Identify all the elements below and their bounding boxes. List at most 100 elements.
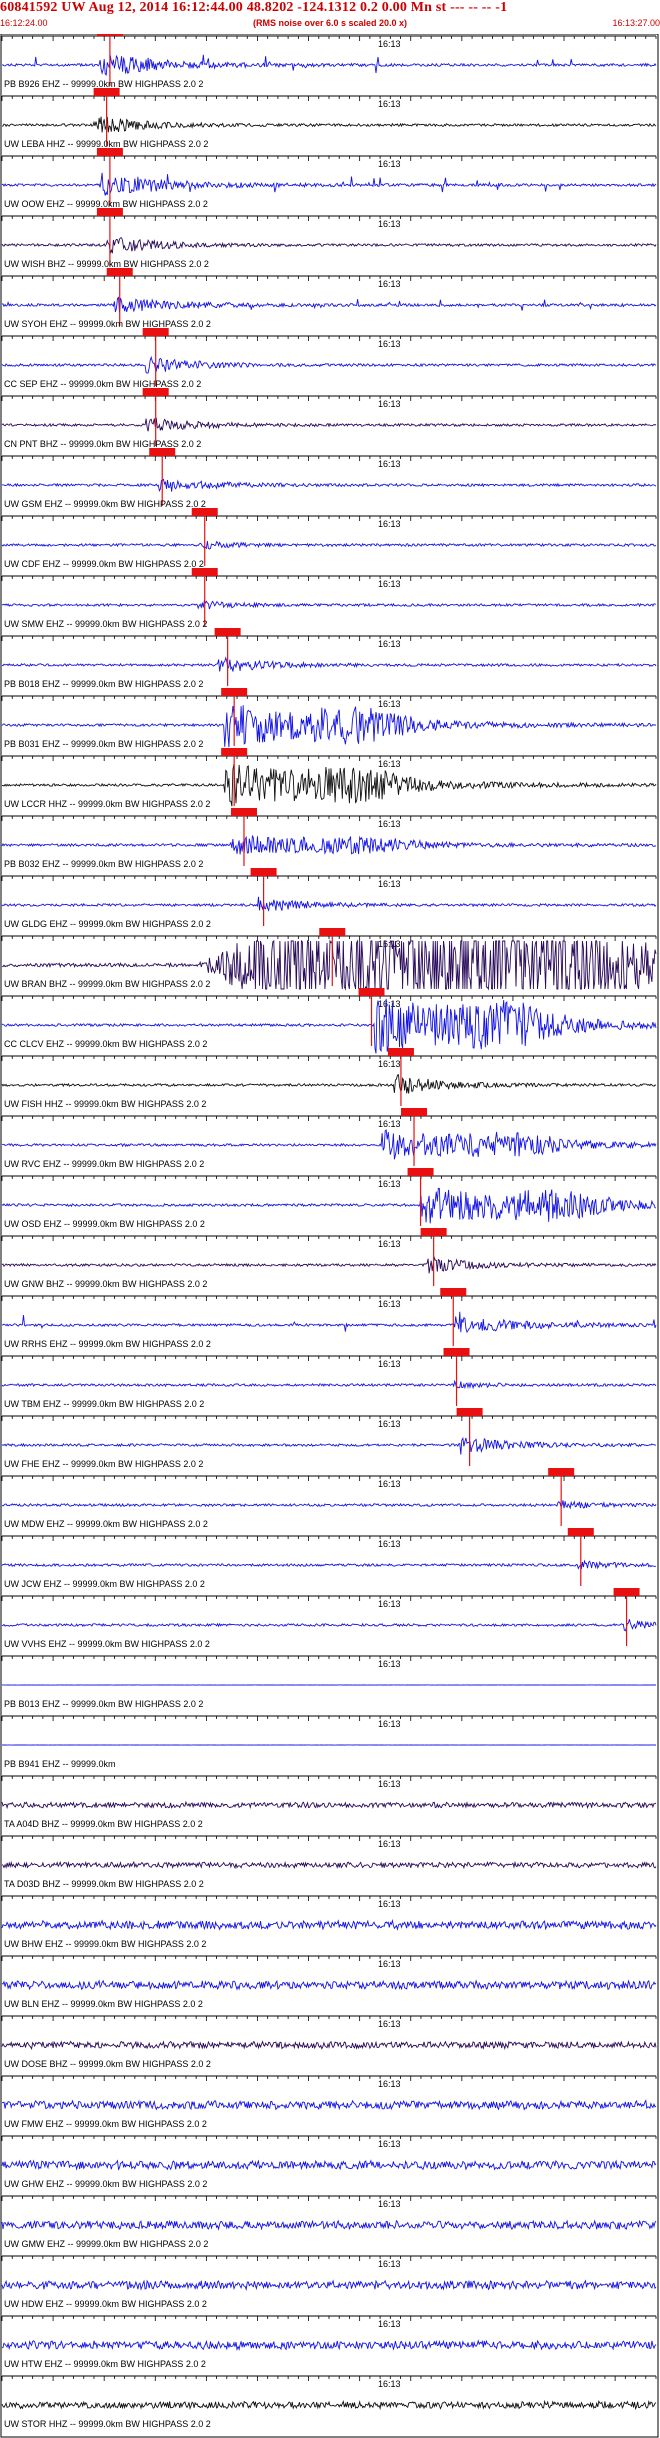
trace-row: 16:13CC CLCV EHZ -- 99999.0km BW HIGHPAS… bbox=[1, 988, 657, 1054]
trace-row: 16:13 UW TBM EHZ -- 99999.0km BW HIGHPASS… bbox=[1, 1348, 657, 1409]
trace-row: 16:13 PB B032 EHZ -- 99999.0km BW HIGHPAS… bbox=[1, 808, 657, 869]
station-label: PB B031 EHZ -- 99999.0km BW HIGHPASS 2.0… bbox=[4, 739, 203, 749]
pick-flag bbox=[319, 928, 346, 936]
waveform-trace bbox=[1, 896, 657, 912]
trace-row: 16:13 TA D03D BHZ -- 99999.0km BW HIGHPAS… bbox=[1, 1835, 657, 1889]
station-label: UW LEBA HHZ -- 99999.0km BW HIGHPASS 2.0… bbox=[4, 139, 208, 149]
trace-row: 16:13 UW RVC EHZ -- 99999.0km BW HIGHPASS… bbox=[1, 1108, 657, 1169]
minute-label: 16:13 bbox=[378, 519, 401, 529]
minute-label: 16:13 bbox=[378, 1359, 401, 1369]
waveform-trace bbox=[1, 296, 657, 313]
pick-flag bbox=[149, 448, 176, 456]
minute-label: 16:13 bbox=[378, 759, 401, 769]
station-label: CN PNT BHZ -- 99999.0km BW HIGHPASS 2.0 … bbox=[4, 439, 201, 449]
trace-row: 16:13 UW WISH BHZ -- 99999.0km BW HIGHPAS… bbox=[1, 208, 657, 269]
trace-row: 16:13 CN PNT BHZ -- 99999.0km BW HIGHPASS… bbox=[1, 388, 657, 449]
pick-flag bbox=[387, 1048, 414, 1056]
pick-flag bbox=[93, 88, 120, 96]
waveform-trace bbox=[1, 1500, 657, 1510]
waveform-trace bbox=[1, 540, 657, 550]
station-label: PB B013 EHZ -- 99999.0km BW HIGHPASS 2.0… bbox=[4, 1699, 203, 1709]
waveform-trace bbox=[1, 2040, 657, 2051]
trace-row: 16:13 PB B031 EHZ -- 99999.0km BW HIGHPAS… bbox=[1, 688, 657, 749]
minute-label: 16:13 bbox=[378, 2019, 401, 2029]
minute-label: 16:13 bbox=[378, 579, 401, 589]
waveform-trace bbox=[1, 835, 657, 855]
trace-row: 16:13 UW SYOH EHZ -- 99999.0km BW HIGHPAS… bbox=[1, 268, 657, 329]
trace-row: 16:13 UW FMW EHZ -- 99999.0km BW HIGHPASS… bbox=[1, 2075, 657, 2129]
station-label: UW RVC EHZ -- 99999.0km BW HIGHPASS 2.0 … bbox=[4, 1159, 204, 1169]
minute-label: 16:13 bbox=[378, 219, 401, 229]
trace-row: 16:13 UW HTW EHZ -- 99999.0km BW HIGHPASS… bbox=[1, 2315, 657, 2369]
waveform-trace bbox=[1, 172, 657, 196]
pick-flag bbox=[456, 1408, 483, 1416]
waveform-trace bbox=[1, 1255, 657, 1274]
station-label: UW LCCR HHZ -- 99999.0km BW HIGHPASS 2.0… bbox=[4, 799, 210, 809]
pick-flag bbox=[440, 1288, 467, 1296]
station-label: CC CLCV EHZ -- 99999.0km BW HIGHPASS 2.0… bbox=[4, 1039, 207, 1049]
minute-label: 16:13 bbox=[378, 1179, 401, 1189]
station-label: UW FHE EHZ -- 99999.0km BW HIGHPASS 2.0 … bbox=[4, 1459, 203, 1469]
trace-row: 16:13 UW RRHS EHZ -- 99999.0km BW HIGHPAS… bbox=[1, 1288, 657, 1349]
station-label: UW TBM EHZ -- 99999.0km BW HIGHPASS 2.0 … bbox=[4, 1399, 204, 1409]
pick-flag bbox=[214, 628, 241, 636]
waveform-trace bbox=[1, 1129, 657, 1160]
minute-label: 16:13 bbox=[378, 159, 401, 169]
station-label: UW RRHS EHZ -- 99999.0km BW HIGHPASS 2.0… bbox=[4, 1339, 211, 1349]
trace-row: 16:13 UW HDW EHZ -- 99999.0km BW HIGHPASS… bbox=[1, 2255, 657, 2309]
station-label: UW BHW EHZ -- 99999.0km BW HIGHPASS 2.0 … bbox=[4, 1939, 206, 1949]
station-label: UW GHW EHZ -- 99999.0km BW HIGHPASS 2.0 … bbox=[4, 2179, 207, 2189]
pick-flag bbox=[96, 208, 123, 216]
trace-row: 16:13 UW BRAN BHZ -- 99999.0km BW HIGHPAS… bbox=[1, 928, 657, 991]
pick-flag bbox=[358, 988, 385, 996]
station-label: UW VVHS EHZ -- 99999.0km BW HIGHPASS 2.0… bbox=[4, 1639, 210, 1649]
minute-label: 16:13 bbox=[378, 1899, 401, 1909]
waveform-trace bbox=[1, 1559, 657, 1570]
pick-flag bbox=[191, 568, 218, 576]
trace-row: 16:13 UW VVHS EHZ -- 99999.0km BW HIGHPAS… bbox=[1, 1588, 657, 1649]
waveform-trace bbox=[1, 1311, 657, 1334]
minute-label: 16:13 bbox=[378, 2199, 401, 2209]
minute-label: 16:13 bbox=[378, 1059, 401, 1069]
station-label: PB B018 EHZ -- 99999.0km BW HIGHPASS 2.0… bbox=[4, 679, 203, 689]
station-label: UW HDW EHZ -- 99999.0km BW HIGHPASS 2.0 … bbox=[4, 2299, 207, 2309]
pick-flag bbox=[567, 1528, 594, 1536]
trace-row: 16:13 TA A04D BHZ -- 99999.0km BW HIGHPAS… bbox=[1, 1775, 657, 1829]
pick-flag bbox=[230, 808, 257, 816]
trace-row: 16:13 PB B941 EHZ -- 99999.0km bbox=[1, 1715, 657, 1769]
trace-row: 16:13 UW CDF EHZ -- 99999.0km BW HIGHPASS… bbox=[1, 508, 657, 569]
waveform-trace bbox=[1, 355, 657, 374]
minute-label: 16:13 bbox=[378, 1719, 401, 1729]
station-label: UW DOSE BHZ -- 99999.0km BW HIGHPASS 2.0… bbox=[4, 2059, 211, 2069]
pick-flag bbox=[443, 1348, 470, 1356]
trace-row: 16:13 UW OOW EHZ -- 99999.0km BW HIGHPASS… bbox=[1, 148, 657, 209]
station-label: UW GLDG EHZ -- 99999.0km BW HIGHPASS 2.0… bbox=[4, 919, 211, 929]
waveform-trace bbox=[1, 599, 657, 610]
waveform-trace bbox=[1, 54, 657, 76]
minute-label: 16:13 bbox=[378, 1659, 401, 1669]
minute-label: 16:13 bbox=[378, 1419, 401, 1429]
waveform-trace bbox=[1, 1379, 657, 1390]
end-time: 16:13:27.00 bbox=[612, 18, 660, 28]
pick-flag bbox=[250, 868, 277, 876]
minute-label: 16:13 bbox=[378, 1479, 401, 1489]
station-label: UW OSD EHZ -- 99999.0km BW HIGHPASS 2.0 … bbox=[4, 1219, 205, 1229]
rms-scaling-note: (RMS noise over 6.0 s scaled 20.0 x) bbox=[252, 18, 408, 28]
minute-label: 16:13 bbox=[378, 2379, 401, 2389]
trace-row: 16:13 PB B018 EHZ -- 99999.0km BW HIGHPAS… bbox=[1, 628, 657, 689]
trace-row: 16:13 UW GMW EHZ -- 99999.0km BW HIGHPASS… bbox=[1, 2195, 657, 2249]
station-label: UW GMW EHZ -- 99999.0km BW HIGHPASS 2.0 … bbox=[4, 2239, 208, 2249]
minute-label: 16:13 bbox=[378, 1959, 401, 1969]
pick-flag bbox=[142, 388, 169, 396]
station-label: UW MDW EHZ -- 99999.0km BW HIGHPASS 2.0 … bbox=[4, 1519, 208, 1529]
plot-header: 60841592 UW Aug 12, 2014 16:12:44.00 48.… bbox=[0, 0, 660, 38]
waveform-trace bbox=[1, 1979, 657, 1991]
event-title: 60841592 UW Aug 12, 2014 16:12:44.00 48.… bbox=[0, 0, 508, 15]
station-label: UW FISH HHZ -- 99999.0km BW HIGHPASS 2.0… bbox=[4, 1099, 206, 1109]
trace-row: 16:13 UW BLN EHZ -- 99999.0km BW HIGHPASS… bbox=[1, 1955, 657, 2009]
station-label: PB B032 EHZ -- 99999.0km BW HIGHPASS 2.0… bbox=[4, 859, 203, 869]
trace-row: 16:13 UW GHW EHZ -- 99999.0km BW HIGHPASS… bbox=[1, 2135, 657, 2189]
waveform-trace bbox=[1, 237, 657, 254]
minute-label: 16:13 bbox=[378, 399, 401, 409]
minute-label: 16:13 bbox=[378, 819, 401, 829]
